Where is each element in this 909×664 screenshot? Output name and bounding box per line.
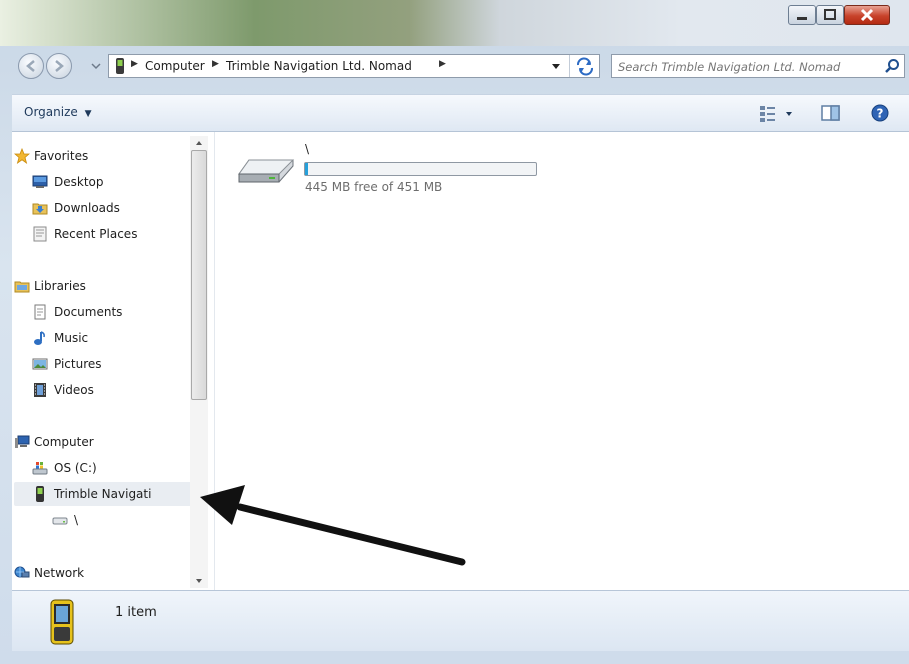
- breadcrumb-separator-icon[interactable]: ▶: [212, 59, 219, 69]
- removable-drive-icon: [238, 159, 295, 183]
- command-bar: Organize ▼ ?: [12, 94, 909, 132]
- nav-libraries[interactable]: Libraries: [12, 275, 188, 297]
- os-drive-icon: [32, 462, 48, 475]
- nav-network[interactable]: Network: [12, 562, 188, 584]
- drive-capacity-fill: [305, 163, 308, 175]
- nav-item-os-c[interactable]: OS (C:): [32, 457, 188, 479]
- maximize-icon: [824, 9, 836, 20]
- libraries-icon: [14, 281, 30, 293]
- back-button[interactable]: [18, 53, 44, 79]
- breadcrumb-device[interactable]: Trimble Navigation Ltd. Nomad: [226, 59, 412, 73]
- preview-pane-icon: [821, 105, 840, 121]
- minimize-button[interactable]: [788, 5, 816, 25]
- nav-item-trimble-nomad[interactable]: Trimble Navigati: [14, 482, 196, 506]
- close-icon: [860, 8, 874, 22]
- view-options-icon: [760, 106, 792, 122]
- drive-name: \: [305, 142, 310, 156]
- minimize-icon: [797, 17, 807, 20]
- refresh-button[interactable]: [569, 55, 600, 77]
- nav-item-music[interactable]: Music: [32, 327, 188, 349]
- search-input[interactable]: [616, 57, 878, 77]
- desktop-icon: [32, 175, 48, 188]
- nav-favorites[interactable]: Favorites: [12, 145, 188, 167]
- chevron-down-icon: [91, 63, 101, 70]
- search-icon[interactable]: [884, 58, 900, 74]
- nav-item-recent-places[interactable]: Recent Places: [32, 223, 188, 245]
- nav-computer[interactable]: Computer: [12, 431, 188, 453]
- change-view-button[interactable]: [758, 104, 798, 124]
- recent-pages-dropdown[interactable]: [90, 60, 102, 75]
- scrollbar-thumb[interactable]: [191, 150, 207, 400]
- svg-text:?: ?: [877, 107, 884, 121]
- drive-capacity-bar: [304, 162, 537, 176]
- organize-button[interactable]: Organize ▼: [24, 105, 92, 119]
- drive-item[interactable]: \ 445 MB free of 451 MB: [231, 140, 541, 200]
- breadcrumb-separator-icon: ▶: [131, 59, 138, 69]
- close-button[interactable]: [844, 5, 890, 25]
- navigation-pane: Favorites Desktop Downloads Recent Place…: [12, 132, 215, 590]
- nomad-device-large-icon: [50, 599, 74, 645]
- downloads-folder-icon: [32, 203, 48, 215]
- nav-item-desktop[interactable]: Desktop: [32, 171, 188, 193]
- nav-item-videos[interactable]: Videos: [32, 379, 188, 401]
- details-pane: 1 item: [12, 590, 909, 651]
- documents-icon: [34, 304, 46, 320]
- pictures-icon: [32, 358, 48, 370]
- nomad-device-icon: [116, 58, 124, 74]
- recent-places-icon: [33, 226, 47, 242]
- title-bar[interactable]: [0, 0, 909, 46]
- breadcrumb-separator-icon[interactable]: ▶: [439, 59, 446, 69]
- refresh-icon: [577, 57, 593, 76]
- address-dropdown-icon[interactable]: [551, 63, 561, 71]
- forward-arrow-icon: [55, 60, 64, 72]
- scroll-down-icon[interactable]: [193, 576, 205, 586]
- star-icon: [14, 148, 30, 164]
- forward-button[interactable]: [46, 53, 72, 79]
- address-bar[interactable]: ▶ Computer ▶ Trimble Navigation Ltd. Nom…: [108, 54, 600, 78]
- help-icon: ?: [871, 104, 889, 122]
- help-button[interactable]: ?: [870, 103, 890, 126]
- maximize-button[interactable]: [816, 5, 844, 25]
- music-icon: [34, 331, 45, 345]
- organize-label: Organize: [24, 105, 78, 119]
- scroll-up-icon[interactable]: [193, 138, 205, 148]
- nomad-device-icon: [36, 486, 44, 502]
- nav-item-downloads[interactable]: Downloads: [32, 197, 188, 219]
- nav-item-pictures[interactable]: Pictures: [32, 353, 188, 375]
- search-box[interactable]: [611, 54, 905, 78]
- back-arrow-icon: [26, 60, 35, 72]
- drive-icon: [52, 517, 68, 525]
- breadcrumb-computer[interactable]: Computer: [145, 59, 205, 73]
- item-count: 1 item: [115, 605, 157, 620]
- nav-item-documents[interactable]: Documents: [32, 301, 188, 323]
- nav-item-storage-root[interactable]: \: [52, 509, 188, 531]
- videos-icon: [34, 383, 46, 397]
- file-list: \ 445 MB free of 451 MB: [215, 132, 909, 590]
- network-icon: [14, 566, 30, 578]
- drive-free-space: 445 MB free of 451 MB: [305, 180, 443, 194]
- preview-pane-button[interactable]: [820, 103, 842, 126]
- chevron-down-icon: ▼: [84, 109, 92, 119]
- computer-icon: [15, 435, 30, 448]
